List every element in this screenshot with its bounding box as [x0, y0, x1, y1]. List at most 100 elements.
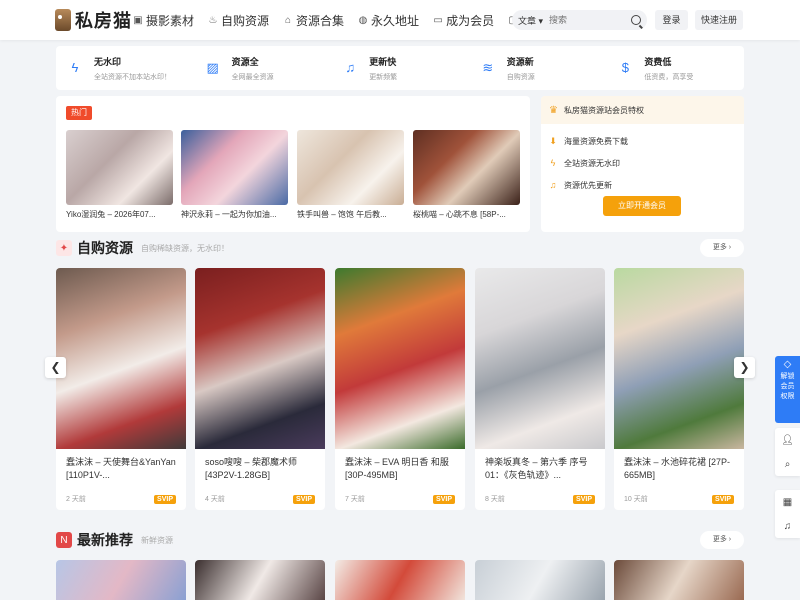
hot-item[interactable]: 桜桃喵 – 心跳不息 [58P-... — [413, 130, 520, 220]
card-image — [335, 560, 465, 600]
feature-new: ≋ 资源新 自购资源 — [482, 56, 535, 81]
resource-card[interactable]: 蠢沫沫 – 水池碎花裙 [27P-665MB] 10 天前 SVIP — [614, 268, 744, 510]
bell-icon: ♫ — [345, 60, 356, 75]
carousel-prev-button[interactable]: ❮ — [45, 357, 66, 378]
hot-thumbnail — [297, 130, 404, 205]
globe-icon: ◍ — [358, 14, 368, 26]
vip-privileges-panel: ♛ 私房猫资源站会员特权 ⬇ 海量资源免费下载 ϟ 全站资源无水印 ♫ 资源优先更新 立… — [541, 96, 744, 232]
resource-card[interactable] — [195, 560, 325, 600]
user-float-button[interactable]: 👤︎ — [775, 428, 800, 452]
section-subtitle: 新鲜资源 — [141, 535, 173, 545]
card-image — [614, 268, 744, 449]
diamond-icon: ◇ — [783, 359, 792, 370]
more-button[interactable]: 更多 › — [700, 531, 744, 549]
nav-permanent-address[interactable]: ◍ 永久地址 — [358, 12, 419, 29]
card-image — [475, 560, 605, 600]
resource-card[interactable] — [614, 560, 744, 600]
image-icon: ▣ — [133, 14, 143, 26]
main-nav: ▣摄影素材 ♨自购资源 ⌂资源合集 ◍永久地址 ▭成为会员 ▢帮助 — [133, 0, 545, 40]
svip-badge: SVIP — [712, 494, 734, 504]
flame-icon: ♨ — [208, 14, 218, 26]
card-time: 10 天前 — [624, 496, 648, 503]
svip-badge: SVIP — [573, 494, 595, 504]
search-input[interactable] — [549, 15, 620, 25]
svip-badge: SVIP — [293, 494, 315, 504]
vip-perk: ϟ 全站资源无水印 — [541, 152, 744, 174]
hot-item[interactable]: 铁手叫兽 – 饱饱 午后教... — [297, 130, 404, 220]
svip-badge: SVIP — [433, 494, 455, 504]
card-image — [56, 560, 186, 600]
unlock-vip-float-button[interactable]: ◇ 解锁会员权限 — [775, 356, 800, 423]
float-tools-top: 👤︎ ⌕ — [775, 428, 800, 476]
qrcode-icon: ▦ — [782, 496, 793, 508]
bell-icon: ♫ — [549, 180, 557, 190]
feature-no-watermark: ϟ 无水印 全站资源不加本站水印！ — [56, 46, 194, 90]
search-icon[interactable] — [631, 15, 641, 25]
carousel-next-button[interactable]: ❯ — [734, 357, 755, 378]
search-type-select[interactable]: 文章 ▾ — [518, 14, 543, 27]
hot-item[interactable]: 神沢永莉 – 一起为你加油... — [181, 130, 288, 220]
chevron-right-icon: ❯ — [739, 360, 750, 374]
card-image — [614, 560, 744, 600]
feature-low-cost: $ 资费低 低资费，高享受 — [606, 46, 744, 90]
resource-card[interactable]: 神楽坂真冬 – 第六季 序号01：《灰色轨迹》... 8 天前 SVIP — [475, 268, 605, 510]
notify-float-button[interactable]: ♫ — [775, 514, 800, 538]
card-title: 神楽坂真冬 – 第六季 序号01：《灰色轨迹》... — [485, 457, 588, 480]
card-time: 4 天前 — [205, 496, 225, 503]
top-header: 私房猫 ▣摄影素材 ♨自购资源 ⌂资源合集 ◍永久地址 ▭成为会员 ▢帮助 文章… — [0, 0, 800, 40]
vip-perk: ⬇ 海量资源免费下载 — [549, 135, 628, 146]
nav-become-member[interactable]: ▭ 成为会员 — [433, 12, 494, 29]
site-logo[interactable]: 私房猫 — [55, 8, 132, 32]
resource-card[interactable] — [335, 560, 465, 600]
hot-badge: 热门 — [66, 106, 92, 120]
float-tools-bottom: ▦ ♫ — [775, 490, 800, 538]
resource-card[interactable] — [475, 560, 605, 600]
feature-complete: ▨ 资源全 全网最全资源 — [206, 56, 274, 81]
card-image — [56, 268, 186, 449]
section-subtitle: 自购稀缺资源，无水印！ — [141, 243, 229, 253]
picture-icon: ▨ — [206, 60, 219, 75]
unlock-vip-label: 解锁会员权限 — [780, 373, 795, 400]
nav-collections[interactable]: ⌂ 资源合集 — [283, 12, 344, 29]
hot-thumbnail — [181, 130, 288, 205]
card-image — [195, 560, 325, 600]
open-vip-button[interactable]: 立即开通会员 — [603, 196, 681, 216]
resource-card[interactable]: soso嗖嗖 – 柴郡魔术师 [43P2V-1.28GB] 4 天前 SVIP — [195, 268, 325, 510]
more-button[interactable]: 更多 › — [700, 239, 744, 257]
download-icon: ⬇ — [549, 135, 557, 146]
card-time: 8 天前 — [485, 496, 505, 503]
qrcode-float-button[interactable]: ▦ — [775, 490, 800, 514]
logo-text: 私房猫 — [75, 11, 132, 31]
section-title: 最新推荐 — [77, 532, 133, 548]
resource-card[interactable] — [56, 560, 186, 600]
chevron-left-icon: ❮ — [50, 360, 61, 374]
bell-icon: ♫ — [783, 520, 792, 532]
login-button[interactable]: 登录 — [655, 10, 688, 30]
register-button[interactable]: 快速注册 — [695, 10, 743, 30]
card-title: soso嗖嗖 – 柴郡魔术师 [43P2V-1.28GB] — [205, 457, 298, 480]
search-icon: ⌕ — [784, 458, 791, 470]
section-title: 自购资源 — [77, 240, 133, 256]
vip-card-icon: ▭ — [433, 14, 443, 26]
nav-self-purchased[interactable]: ♨ 自购资源 — [208, 12, 270, 29]
cat-logo-icon — [55, 9, 71, 31]
card-title: 蠢沫沫 – 水池碎花裙 [27P-665MB] — [624, 457, 731, 480]
hot-thumbnail — [413, 130, 520, 205]
bolt-icon: ϟ — [71, 60, 79, 75]
card-image — [195, 268, 325, 449]
nav-photo-materials[interactable]: ▣ 摄影素材 — [133, 12, 194, 29]
resource-card[interactable]: 蠢沫沫 – 天使舞台&YanYan [110P1V-... 2 天前 SVIP — [56, 268, 186, 510]
features-bar: ϟ 无水印 全站资源不加本站水印！ ▨ 资源全 全网最全资源 ♫ 更新快 更新频繁 ≋… — [56, 46, 744, 90]
crown-icon: ♛ — [549, 104, 558, 116]
resource-card[interactable]: 蠢沫沫 – EVA 明日香 和服 [30P-495MB] 7 天前 SVIP — [335, 268, 465, 510]
search-float-button[interactable]: ⌕ — [775, 452, 800, 476]
star-icon: ✦ — [56, 240, 72, 256]
hot-item[interactable]: Yiko湿润兔 – 2026年07... — [66, 130, 173, 220]
section-self-purchased-header: ✦ 自购资源 自购稀缺资源，无水印！ 更多 › — [56, 236, 744, 260]
hot-panel: 热门 Yiko湿润兔 – 2026年07... 神沢永莉 – 一起为你加油...… — [56, 96, 530, 232]
hot-thumbnail — [66, 130, 173, 205]
card-time: 7 天前 — [345, 496, 365, 503]
vip-header: ♛ 私房猫资源站会员特权 — [541, 96, 744, 124]
waves-icon: ≋ — [482, 60, 494, 75]
card-image — [475, 268, 605, 449]
